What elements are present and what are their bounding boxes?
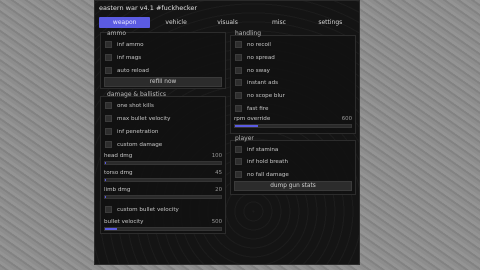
checkbox-custom-damage[interactable]: custom damage [105, 141, 162, 148]
checkbox-no-scope-blur[interactable]: no scope blur [235, 92, 285, 99]
checkbox-box[interactable] [105, 67, 112, 74]
checkbox-label: no spread [247, 54, 275, 61]
rpm-override-slider[interactable] [234, 124, 352, 128]
rpm-override-label: rpm override [234, 116, 271, 122]
slider-fill [105, 228, 117, 230]
limb-dmg-slider[interactable] [104, 195, 222, 199]
tab-misc[interactable]: misc [253, 17, 304, 28]
refill-now-button[interactable]: refill now [104, 77, 222, 87]
limb-dmg-label: limb dmg [104, 187, 131, 193]
slider-fill [105, 196, 106, 198]
ammo-header: ammo [107, 30, 127, 37]
checkbox-box[interactable] [235, 41, 242, 48]
tab-bar: weapon vehicle visuals misc settings [99, 17, 356, 28]
checkbox-inf-hold-breath[interactable]: inf hold breath [235, 158, 288, 165]
tab-settings[interactable]: settings [305, 17, 356, 28]
bullet-velocity-label: bullet velocity [104, 219, 144, 225]
checkbox-box[interactable] [235, 54, 242, 61]
checkbox-instant-ads[interactable]: instant ads [235, 79, 278, 86]
checkbox-max-bullet-velocity[interactable]: max bullet velocity [105, 115, 170, 122]
checkbox-box[interactable] [105, 102, 112, 109]
head-dmg-label: head dmg [104, 153, 133, 159]
checkbox-no-fall-damage[interactable]: no fall damage [235, 171, 289, 178]
checkbox-label: inf stamina [247, 146, 279, 153]
player-header: player [235, 135, 254, 142]
checkbox-auto-reload[interactable]: auto reload [105, 67, 149, 74]
checkbox-label: no recoil [247, 41, 271, 48]
slider-fill [105, 179, 106, 181]
rpm-override-value: 600 [341, 116, 352, 122]
checkbox-box[interactable] [235, 79, 242, 86]
limb-dmg-value: 20 [215, 187, 222, 193]
head-dmg-slider[interactable] [104, 161, 222, 165]
checkbox-no-recoil[interactable]: no recoil [235, 41, 271, 48]
checkbox-label: max bullet velocity [117, 115, 171, 122]
torso-dmg-slider[interactable] [104, 178, 222, 182]
checkbox-box[interactable] [235, 105, 242, 112]
dump-gun-stats-button[interactable]: dump gun stats [234, 181, 352, 191]
checkbox-box[interactable] [105, 41, 112, 48]
torso-dmg-value: 45 [215, 170, 222, 176]
checkbox-box[interactable] [235, 158, 242, 165]
checkbox-label: inf hold breath [247, 158, 289, 165]
checkbox-no-sway[interactable]: no sway [235, 67, 270, 74]
damage-header: damage & ballistics [107, 91, 167, 98]
bullet-velocity-value: 500 [211, 219, 222, 225]
checkbox-box[interactable] [105, 115, 112, 122]
head-dmg-value: 100 [211, 153, 222, 159]
checkbox-label: auto reload [117, 67, 149, 74]
checkbox-label: no fall damage [247, 171, 289, 178]
checkbox-inf-penetration[interactable]: inf penetration [105, 128, 158, 135]
checkbox-label: instant ads [247, 79, 279, 86]
tab-weapon[interactable]: weapon [99, 17, 151, 28]
checkbox-inf-ammo[interactable]: inf ammo [105, 41, 144, 48]
tab-visuals[interactable]: visuals [202, 17, 253, 28]
checkbox-custom-bullet-velocity[interactable]: custom bullet velocity [105, 206, 179, 213]
checkbox-box[interactable] [105, 206, 112, 213]
checkbox-inf-stamina[interactable]: inf stamina [235, 146, 278, 153]
checkbox-fast-fire[interactable]: fast fire [235, 105, 268, 112]
checkbox-one-shot-kills[interactable]: one shot kills [105, 102, 154, 109]
checkbox-box[interactable] [105, 128, 112, 135]
bullet-velocity-slider[interactable] [104, 227, 222, 231]
checkbox-label: custom bullet velocity [117, 206, 179, 213]
checkbox-box[interactable] [235, 92, 242, 99]
checkbox-no-spread[interactable]: no spread [235, 54, 275, 61]
checkbox-box[interactable] [105, 54, 112, 61]
checkbox-label: inf mags [117, 54, 142, 61]
checkbox-label: inf ammo [117, 41, 144, 48]
checkbox-label: no scope blur [247, 92, 285, 99]
checkbox-box[interactable] [105, 141, 112, 148]
checkbox-label: one shot kills [117, 102, 154, 109]
checkbox-label: custom damage [117, 141, 163, 148]
torso-dmg-label: torso dmg [104, 170, 133, 176]
slider-fill [235, 125, 259, 127]
slider-fill [105, 162, 106, 164]
checkbox-inf-mags[interactable]: inf mags [105, 54, 141, 61]
handling-header: handling [235, 30, 262, 37]
checkbox-box[interactable] [235, 171, 242, 178]
checkbox-label: no sway [247, 67, 270, 74]
window-title: eastern war v4.1 #fuckhecker [99, 4, 198, 12]
checkbox-box[interactable] [235, 146, 242, 153]
checkbox-box[interactable] [235, 67, 242, 74]
cheat-menu-window: eastern war v4.1 #fuckhecker weapon vehi… [94, 0, 360, 265]
tab-vehicle[interactable]: vehicle [150, 17, 201, 28]
checkbox-label: fast fire [247, 105, 269, 112]
checkbox-label: inf penetration [117, 128, 159, 135]
